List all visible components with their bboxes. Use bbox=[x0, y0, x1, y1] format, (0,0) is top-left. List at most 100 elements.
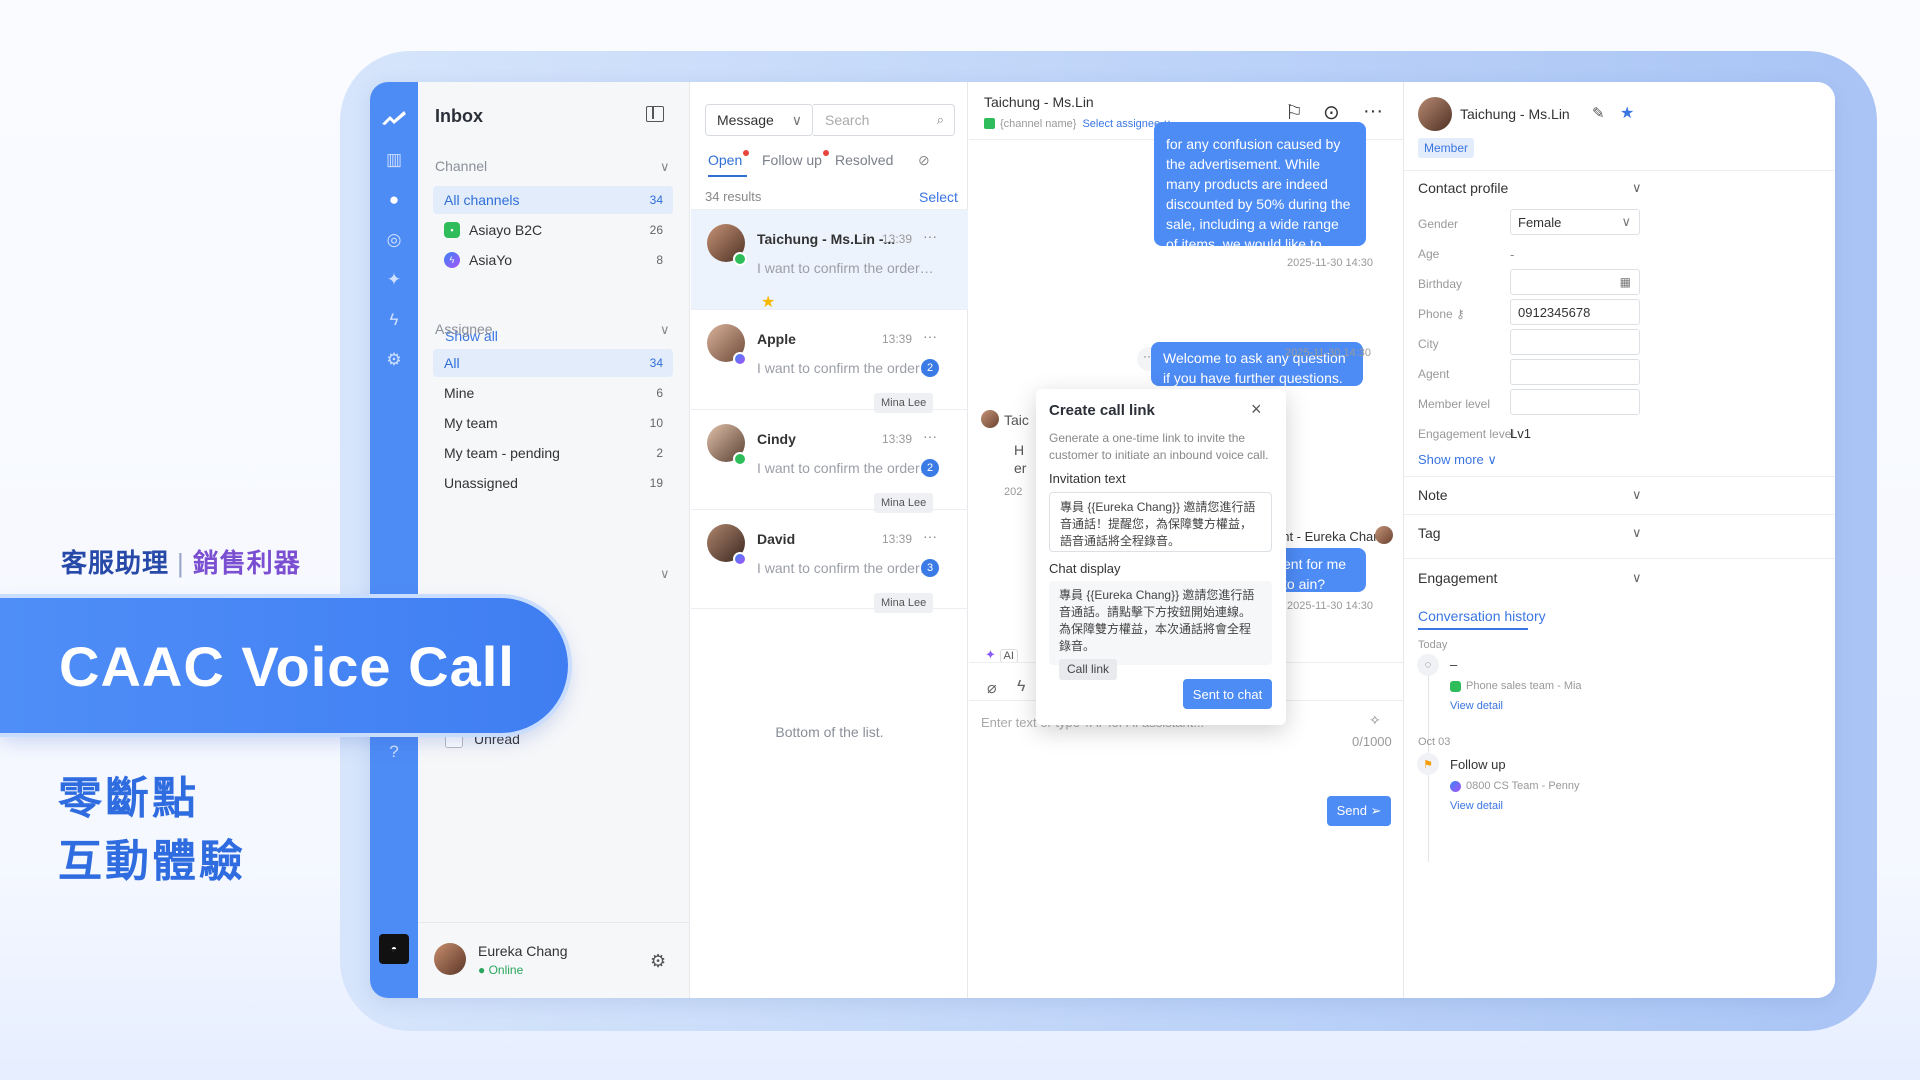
current-user[interactable]: Eureka Chang ● Online ⚙ bbox=[418, 922, 690, 998]
send-button[interactable]: Send ➢ bbox=[1327, 796, 1391, 826]
assignee-label: All bbox=[444, 355, 460, 371]
peek-text: H bbox=[1014, 442, 1025, 458]
chevron-down-icon[interactable]: ∨ bbox=[660, 322, 670, 338]
more-icon[interactable]: ··· bbox=[923, 528, 937, 544]
member-level-field[interactable] bbox=[1510, 389, 1640, 415]
status-badge[interactable]: ● Online bbox=[478, 963, 523, 977]
tab-open[interactable]: Open bbox=[708, 150, 750, 168]
assignee-all[interactable]: All 34 bbox=[433, 349, 673, 377]
divider bbox=[1404, 476, 1835, 477]
ai-sparkle-icon[interactable]: ✦ bbox=[384, 270, 404, 290]
chevron-down-icon: ∨ bbox=[791, 111, 802, 128]
chevron-down-icon[interactable]: ∨ bbox=[1632, 487, 1642, 503]
more-icon[interactable]: ··· bbox=[1363, 100, 1383, 123]
more-icon[interactable]: ··· bbox=[923, 428, 937, 444]
customer-profile-panel: Taichung - Ms.Lin ✎ ★ Member Contact pro… bbox=[1403, 82, 1835, 998]
more-icon[interactable]: ··· bbox=[923, 328, 937, 344]
settings-icon[interactable]: ⚙ bbox=[384, 350, 404, 370]
chevron-down-icon[interactable]: ∨ bbox=[660, 159, 670, 175]
chevron-down-icon[interactable]: ∨ bbox=[660, 566, 670, 582]
search-input[interactable]: Search ⌕ bbox=[813, 104, 955, 136]
close-icon[interactable]: × bbox=[1251, 399, 1262, 420]
create-call-link-dialog: Create call link × Generate a one-time l… bbox=[1036, 389, 1286, 725]
channel-asiayo[interactable]: ϟ AsiaYo 8 bbox=[433, 246, 673, 274]
workspace-logo[interactable]: ◓ bbox=[379, 934, 409, 964]
line-icon bbox=[984, 118, 995, 129]
view-detail-link[interactable]: View detail bbox=[1450, 800, 1503, 812]
quick-reply-icon[interactable]: ϟ bbox=[1017, 678, 1025, 696]
assignee-tag: Mina Lee bbox=[874, 593, 934, 613]
send-to-chat-button[interactable]: Sent to chat bbox=[1183, 679, 1272, 709]
timeline-subtitle: 0800 CS Team - Penny bbox=[1450, 780, 1580, 792]
phone-field[interactable]: 0912345678 bbox=[1510, 299, 1640, 325]
contact-name: Apple bbox=[757, 331, 796, 347]
chat-icon[interactable]: ● bbox=[384, 190, 404, 210]
channel-asiayo-b2c[interactable]: ▪ Asiayo B2C 26 bbox=[433, 216, 673, 244]
tagline-2: 互動體驗 bbox=[58, 837, 246, 886]
invitation-textarea[interactable]: 專員 {{Eureka Chang}} 邀請您進行語音通話！提醒您，為保障雙方權… bbox=[1049, 492, 1272, 552]
more-icon[interactable]: ··· bbox=[923, 228, 937, 244]
agent-field[interactable] bbox=[1510, 359, 1640, 385]
ai-label: AI bbox=[999, 649, 1018, 663]
show-more-link[interactable]: Show more ∨ bbox=[1418, 452, 1497, 468]
list-item[interactable]: Apple 13:39 ··· I want to confirm the or… bbox=[691, 309, 968, 413]
analytics-icon[interactable]: ▥ bbox=[384, 150, 404, 170]
chevron-down-icon[interactable]: ∨ bbox=[1632, 180, 1642, 196]
assignee-label: Unassigned bbox=[444, 475, 518, 491]
end-of-list: Bottom of the list. bbox=[775, 724, 884, 740]
assignee-my-team-pending[interactable]: My team - pending 2 bbox=[433, 439, 673, 467]
assignee-mine[interactable]: Mine 6 bbox=[433, 379, 673, 407]
assignee-header[interactable]: Assignee bbox=[435, 321, 493, 337]
assignee-my-team[interactable]: My team 10 bbox=[433, 409, 673, 437]
assignee-count: 2 bbox=[656, 446, 663, 460]
birthday-field[interactable]: ▦ bbox=[1510, 269, 1640, 295]
assignee-count: 34 bbox=[649, 356, 663, 370]
help-icon[interactable]: ? bbox=[384, 742, 404, 762]
messenger-icon bbox=[1450, 780, 1461, 792]
gear-icon[interactable]: ⚙ bbox=[650, 951, 666, 972]
automation-icon[interactable]: ϟ bbox=[384, 310, 404, 330]
avatar bbox=[1418, 97, 1452, 131]
block-icon[interactable]: ⊘ bbox=[918, 152, 930, 169]
list-item[interactable]: David 13:39 ··· I want to confirm the or… bbox=[691, 509, 968, 613]
assignee-unassigned[interactable]: Unassigned 19 bbox=[433, 469, 673, 497]
star-icon[interactable]: ★ bbox=[1620, 103, 1634, 123]
list-item[interactable]: Cindy 13:39 ··· I want to confirm the or… bbox=[691, 409, 968, 513]
list-item[interactable]: Taichung - Ms.Lin -... 13:39 ··· I want … bbox=[691, 209, 968, 311]
timeline-subtitle: Phone sales team - Mia bbox=[1450, 680, 1582, 692]
chevron-down-icon[interactable]: ∨ bbox=[1632, 525, 1642, 541]
note-header[interactable]: Note bbox=[1418, 487, 1448, 503]
line-icon bbox=[1450, 680, 1461, 692]
assignee-count: 6 bbox=[656, 386, 663, 400]
contact-profile-header[interactable]: Contact profile bbox=[1418, 180, 1508, 196]
channel-header[interactable]: Channel bbox=[435, 158, 487, 174]
gender-select[interactable]: Female ∨ bbox=[1510, 209, 1640, 235]
tag-header[interactable]: Tag bbox=[1418, 525, 1441, 541]
edit-icon[interactable]: ✎ bbox=[1592, 104, 1605, 122]
channel-name: {channel name} bbox=[1000, 117, 1077, 130]
layout-toggle-icon[interactable] bbox=[646, 106, 664, 122]
agent-name: ent - Eureka Chang bbox=[1275, 529, 1388, 544]
timeline-source: 0800 CS Team - Penny bbox=[1466, 780, 1580, 792]
view-detail-link[interactable]: View detail bbox=[1450, 700, 1503, 712]
tab-resolved[interactable]: Resolved bbox=[835, 152, 893, 168]
magic-wand-icon[interactable]: ✧ bbox=[1369, 712, 1381, 729]
divider bbox=[1404, 558, 1835, 559]
timeline-title: Follow up bbox=[1450, 757, 1506, 772]
tab-conversation-history[interactable]: Conversation history bbox=[1418, 608, 1546, 624]
message-type-select[interactable]: Message ∨ bbox=[705, 104, 813, 136]
channel-all[interactable]: All channels 34 bbox=[433, 186, 673, 214]
tab-follow-up[interactable]: Follow up bbox=[762, 150, 829, 168]
broadcast-icon[interactable]: ◎ bbox=[384, 230, 404, 250]
tab-label: Resolved bbox=[835, 152, 894, 168]
attachment-icon[interactable]: ⌀ bbox=[987, 678, 997, 698]
chevron-down-icon: ∨ bbox=[1621, 214, 1631, 229]
engagement-header[interactable]: Engagement bbox=[1418, 570, 1497, 586]
avatar bbox=[981, 410, 999, 428]
timestamp: 2025-11-30 14:30 bbox=[1285, 347, 1372, 359]
select-button[interactable]: Select bbox=[919, 189, 958, 205]
ai-assist-icon[interactable]: ✦ AI bbox=[985, 647, 1018, 663]
city-field[interactable] bbox=[1510, 329, 1640, 355]
chevron-down-icon[interactable]: ∨ bbox=[1632, 570, 1642, 586]
chat-display-text: 專員 {{Eureka Chang}} 邀請您進行語音通話。請點擊下方按鈕開始連… bbox=[1059, 588, 1255, 653]
